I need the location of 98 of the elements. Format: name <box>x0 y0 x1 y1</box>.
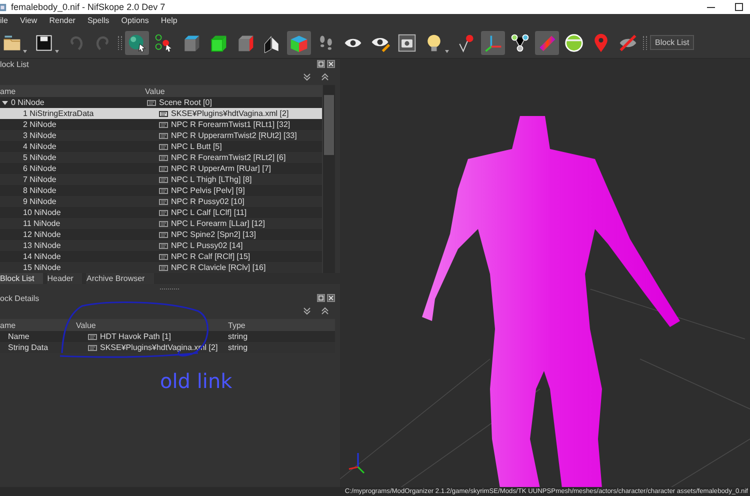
column-header[interactable]: Value <box>145 86 165 96</box>
text-type-icon <box>159 188 168 194</box>
tree-row[interactable]: 11 NiNode NPC L Forearm [LLar] [12] <box>0 218 322 229</box>
column-header[interactable]: ame <box>0 86 145 96</box>
tab[interactable]: Archive Browser <box>86 273 154 284</box>
table-cell: HDT Havok Path [1] <box>100 332 171 341</box>
tab[interactable]: Header <box>47 273 82 284</box>
handwritten-note: old link <box>160 369 232 393</box>
panel-title: lock List <box>0 60 29 68</box>
text-type-icon <box>159 166 168 172</box>
maximize-icon[interactable] <box>734 2 744 12</box>
tree-cell: 2 NiNode <box>23 120 56 129</box>
text-type-icon <box>147 100 156 106</box>
text-type-icon <box>159 232 168 238</box>
float-icon[interactable] <box>317 60 325 68</box>
expand-all-icon[interactable] <box>320 306 330 316</box>
expand-all-icon[interactable] <box>320 72 330 82</box>
text-type-icon <box>88 344 97 350</box>
tree-row[interactable]: 5 NiNode NPC R ForearmTwist2 [RLt2] [6] <box>0 152 322 163</box>
tree-cell: NPC R UpperArm [RUar] [7] <box>171 164 272 173</box>
axes-icon[interactable] <box>481 30 505 54</box>
tree-cell: NPC L Calf [LClf] [11] <box>171 208 247 217</box>
menu-item[interactable]: Render <box>49 16 76 25</box>
tree-cell: NPC L Thigh [LThg] [8] <box>171 175 252 184</box>
tree-cell: NPC R Calf [RClf] [15] <box>171 252 250 261</box>
color-cube-icon[interactable] <box>287 30 311 54</box>
menu-item[interactable]: ile <box>0 16 8 25</box>
tree-cell: 10 NiNode <box>23 208 61 217</box>
text-type-icon <box>159 210 168 216</box>
table-cell: String Data <box>8 343 48 352</box>
tree-cell: 0 NiNode <box>11 98 44 107</box>
app-icon <box>0 2 7 12</box>
tree-cell: SKSE¥Plugins¥hdtVagina.xml [2] <box>171 109 289 118</box>
tree-cell: NPC L Forearm [LLar] [12] <box>171 219 265 228</box>
tree-cell: 14 NiNode <box>23 252 61 261</box>
collapse-all-icon[interactable] <box>302 72 312 82</box>
scrollbar[interactable] <box>322 85 335 273</box>
window-title: femalebody_0.nif - NifSkope 2.0 Dev 7 <box>11 2 166 12</box>
tree-cell: Scene Root [0] <box>159 98 212 107</box>
tree-cell: NPC R UpperarmTwist2 [RUt2] [33] <box>171 131 297 140</box>
menu-item[interactable]: Spells <box>87 16 110 25</box>
table-cell: string <box>228 332 248 341</box>
tree-cell: NPC L Butt [5] <box>171 142 222 151</box>
close-icon[interactable] <box>327 294 335 302</box>
text-type-icon <box>159 264 168 270</box>
text-type-icon <box>159 242 168 248</box>
text-type-icon <box>159 198 168 204</box>
tree-row[interactable]: 13 NiNode NPC L Pussy02 [14] <box>0 240 322 251</box>
tree-row[interactable]: 15 NiNode NPC R Clavicle [RClv] [16] <box>0 262 322 273</box>
text-type-icon <box>159 154 168 160</box>
text-type-icon <box>159 220 168 226</box>
tree-cell: 9 NiNode <box>23 197 56 206</box>
tree-cell: 13 NiNode <box>23 241 61 250</box>
splitter-handle-icon[interactable] <box>160 288 180 290</box>
tree-cell: 6 NiNode <box>23 164 56 173</box>
tree-cell: 15 NiNode <box>23 263 61 272</box>
tree-cell: NPC R ForearmTwist2 [RLt2] [6] <box>171 153 286 162</box>
column-header[interactable]: Value <box>76 320 228 330</box>
table-cell: Name <box>8 332 30 341</box>
collapse-all-icon[interactable] <box>302 306 312 316</box>
text-type-icon <box>159 132 168 138</box>
tree-cell: NPC Pelvis [Pelv] [9] <box>171 186 245 195</box>
float-icon[interactable] <box>317 294 325 302</box>
menu-item[interactable]: Help <box>160 16 178 25</box>
tree-cell: 8 NiNode <box>23 186 56 195</box>
text-type-icon <box>159 110 168 116</box>
tree-cell: NPC R Pussy02 [10] <box>171 197 244 206</box>
sphere-cursor-icon[interactable] <box>125 30 149 54</box>
text-type-icon <box>159 176 168 182</box>
tree-cell: 5 NiNode <box>23 153 56 162</box>
tree-cell: 11 NiNode <box>23 219 60 228</box>
expand-arrow-icon[interactable] <box>2 100 8 106</box>
tree-cell: 3 NiNode <box>23 131 56 140</box>
close-icon[interactable] <box>327 60 335 68</box>
tree-cell: NPC L Pussy02 [14] <box>171 241 243 250</box>
column-header[interactable]: Type <box>228 320 246 330</box>
tree-cell: NPC R Clavicle [RClv] [16] <box>171 263 266 272</box>
tree-cell: 1 NiStringExtraData <box>23 109 94 118</box>
tree-row[interactable]: 1 NiStringExtraData SKSE¥Plugins¥hdtVagina.xml [2] <box>0 108 322 119</box>
menu-item[interactable]: View <box>20 16 38 25</box>
block-list-button[interactable]: Block List <box>650 35 694 50</box>
panel-title: ock Details <box>0 294 40 302</box>
tree-cell: 12 NiNode <box>23 230 61 239</box>
tree-row[interactable]: 3 NiNode NPC R UpperarmTwist2 [RUt2] [33] <box>0 130 322 141</box>
text-type-icon <box>159 122 168 128</box>
tree-cell: 4 NiNode <box>23 142 56 151</box>
menu-item[interactable]: Options <box>121 16 149 25</box>
tab[interactable]: Block List <box>0 273 44 284</box>
tree-cell: NPC Spine2 [Spn2] [13] <box>171 230 256 239</box>
tree-row[interactable]: 9 NiNode NPC R Pussy02 [10] <box>0 196 322 207</box>
tree-row[interactable]: 7 NiNode NPC L Thigh [LThg] [8] <box>0 174 322 185</box>
column-header[interactable]: ame <box>0 320 76 330</box>
text-type-icon <box>88 334 97 340</box>
tree-cell: NPC R ForearmTwist1 [RLt1] [32] <box>171 120 290 129</box>
table-cell: string <box>228 343 248 352</box>
text-type-icon <box>159 144 168 150</box>
tree-cell: 7 NiNode <box>23 175 56 184</box>
text-type-icon <box>159 254 168 260</box>
